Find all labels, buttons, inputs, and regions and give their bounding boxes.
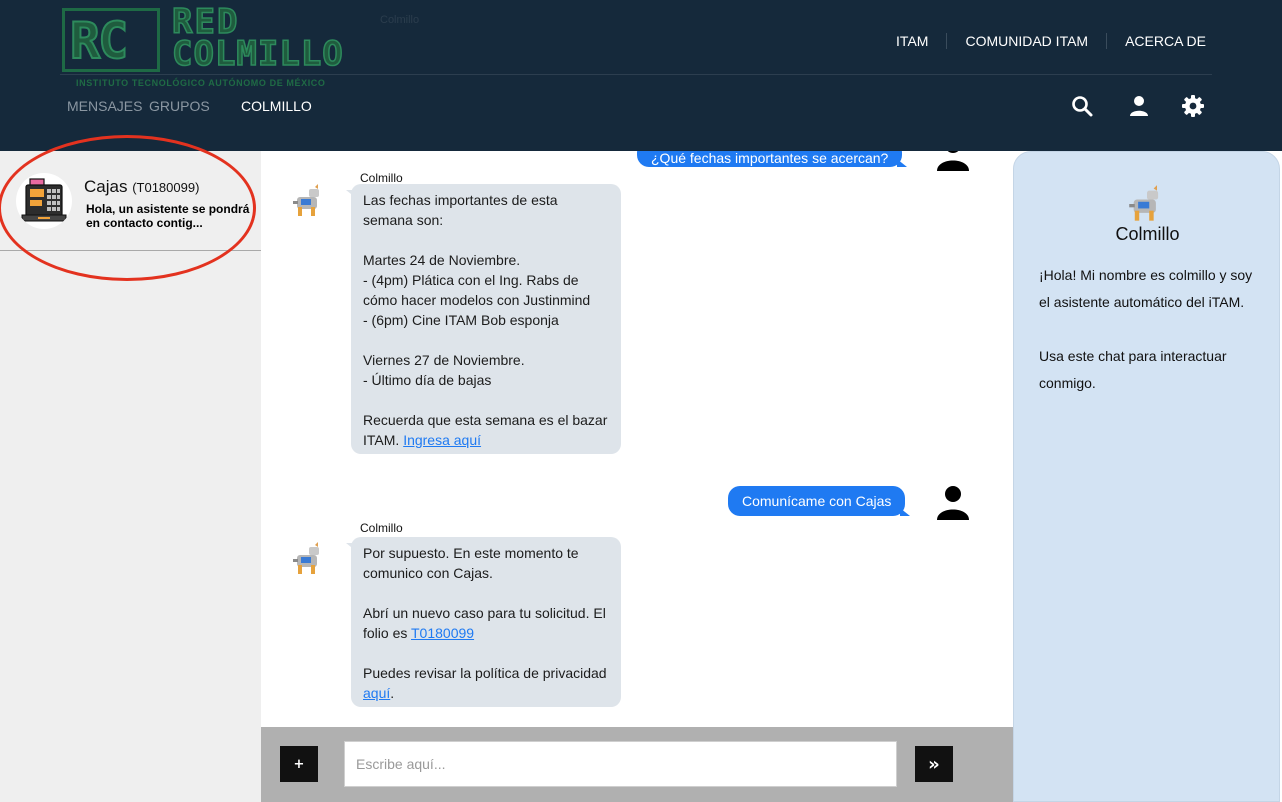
app-window: RC RED COLMILLO INSTITUTO TECNOLÓGICO AU…	[0, 0, 1282, 802]
nav-acerca-de[interactable]: ACERCA DE	[1107, 33, 1222, 49]
logo-subtitle: INSTITUTO TECNOLÓGICO AUTÓNOMO DE MÉXICO	[76, 78, 326, 88]
message-line: Viernes 27 de Noviembre.	[363, 352, 525, 368]
ingresa-aqui-link[interactable]: Ingresa aquí	[403, 432, 481, 448]
message-paragraph: Abrí un nuevo caso para tu solicitud. El…	[363, 603, 609, 643]
message-input[interactable]	[344, 741, 897, 787]
bot-info-panel: Colmillo ¡Hola! Mi nombre es colmillo y …	[1013, 151, 1280, 802]
conversation-preview: Hola, un asistente se pondrá en contacto…	[86, 202, 250, 230]
logo-initials: RC	[69, 11, 129, 71]
message-sender: Colmillo	[360, 521, 403, 535]
message-text: Puedes revisar la política de privacidad	[363, 665, 607, 681]
tab-grupos[interactable]: GRUPOS	[149, 98, 210, 114]
logo-ghost-label: Colmillo	[380, 14, 420, 26]
message-line: - (4pm) Plática con el Ing. Rabs de cómo…	[363, 272, 591, 308]
message-paragraph: Las fechas importantes de esta semana so…	[363, 192, 558, 228]
search-icon[interactable]	[1070, 94, 1094, 118]
header-divider	[60, 74, 1212, 75]
gear-icon[interactable]	[1181, 94, 1205, 118]
message-paragraph: Por supuesto. En este momento te comunic…	[363, 545, 579, 581]
send-button[interactable]: »	[915, 746, 953, 782]
message-text: Abrí un nuevo caso para tu solicitud. El…	[363, 605, 606, 641]
outgoing-message: Comunícame con Cajas	[728, 486, 911, 516]
conversation-title: Cajas	[84, 177, 128, 196]
colmillo-bot-avatar-icon	[1129, 185, 1159, 221]
conversation-list: Cajas (T0180099) Hola, un asistente se p…	[0, 151, 261, 802]
user-avatar-icon	[937, 486, 969, 520]
message-line: Martes 24 de Noviembre.	[363, 252, 521, 268]
message-composer: + »	[261, 727, 1013, 802]
colmillo-bot-avatar-icon	[293, 184, 319, 216]
conversation-name: Cajas (T0180099)	[84, 177, 199, 197]
top-nav: ITAM COMUNIDAD ITAM ACERCA DE	[878, 33, 1222, 49]
message-text: Recuerda que esta semana es el bazar ITA…	[363, 412, 608, 448]
outgoing-message: ¿Qué fechas importantes se acercan?	[637, 151, 908, 167]
user-icon[interactable]	[1127, 94, 1151, 118]
logo-line-colmillo: COLMILLO	[171, 33, 344, 75]
tab-mensajes[interactable]: MENSAJES	[67, 98, 142, 114]
folio-link[interactable]: T0180099	[411, 625, 474, 641]
attach-button[interactable]: +	[280, 746, 318, 782]
message-paragraph: Puedes revisar la política de privacidad…	[363, 663, 609, 703]
nav-itam[interactable]: ITAM	[878, 33, 946, 49]
bot-description: ¡Hola! Mi nombre es colmillo y soy el as…	[1039, 267, 1253, 391]
message-sender: Colmillo	[360, 171, 403, 185]
user-avatar-icon	[937, 151, 969, 171]
cash-register-icon	[16, 173, 72, 229]
red-colmillo-logo[interactable]: RC RED COLMILLO INSTITUTO TECNOLÓGICO AU…	[60, 1, 376, 92]
colmillo-bot-avatar-icon	[293, 542, 319, 574]
privacy-link[interactable]: aquí	[363, 685, 390, 701]
nav-comunidad-itam[interactable]: COMUNIDAD ITAM	[947, 33, 1106, 49]
message-line: - (6pm) Cine ITAM Bob esponja	[363, 312, 559, 328]
message-line: - Último día de bajas	[363, 372, 492, 388]
bot-message: Por supuesto. En este momento te comunic…	[346, 537, 621, 707]
chat-thread: ¿Qué fechas importantes se acercan? Colm…	[261, 151, 1013, 727]
conversation-item-cajas[interactable]: Cajas (T0180099) Hola, un asistente se p…	[0, 151, 261, 251]
tab-colmillo[interactable]: COLMILLO	[241, 98, 312, 114]
bot-message: Las fechas importantes de esta semana so…	[346, 184, 621, 454]
message-paragraph: Recuerda que esta semana es el bazar ITA…	[363, 410, 609, 450]
message-text-end: .	[390, 685, 395, 701]
bot-name: Colmillo	[1115, 224, 1180, 244]
header: RC RED COLMILLO INSTITUTO TECNOLÓGICO AU…	[0, 0, 1282, 151]
conversation-folio: (T0180099)	[132, 180, 200, 195]
